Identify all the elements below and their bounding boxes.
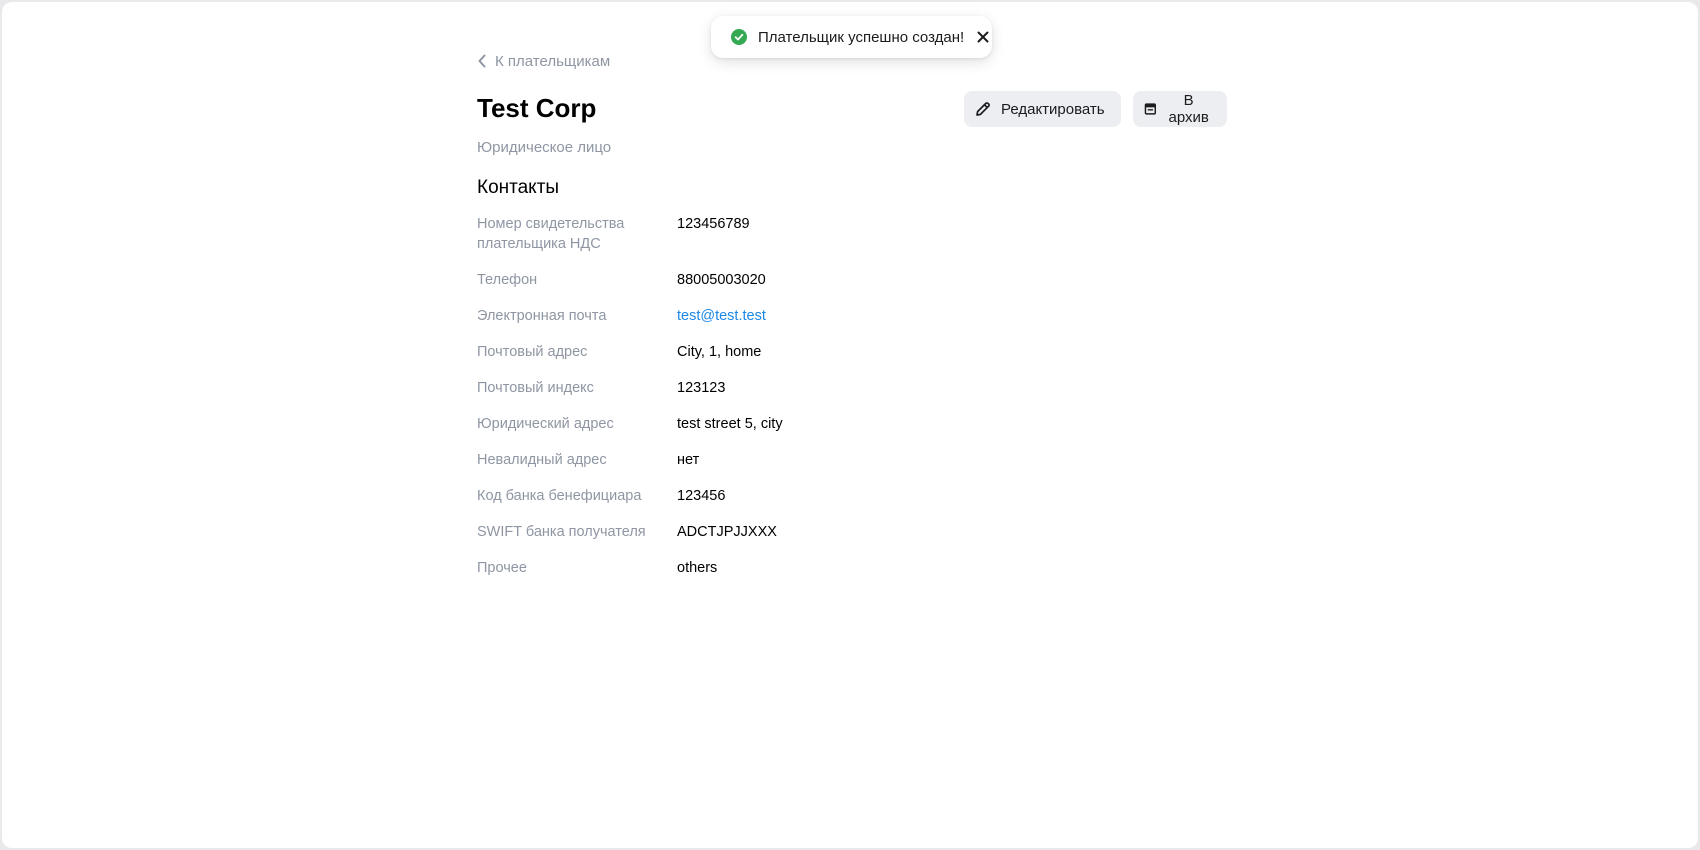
email-link[interactable]: test@test.test: [677, 306, 766, 326]
field-label: SWIFT банка получателя: [477, 524, 646, 540]
payer-type: Юридическое лицо: [477, 139, 612, 156]
field-value: City, 1, home: [677, 344, 762, 360]
page-title: Test Corp: [477, 93, 597, 123]
field-label: Юридический адрес: [477, 416, 614, 432]
field-legal-address: Юридический адрес test street 5, city: [477, 414, 977, 434]
field-value: test street 5, city: [677, 416, 783, 432]
field-swift: SWIFT банка получателя ADCTJPJJXXX: [477, 522, 977, 542]
field-label: Почтовый адрес: [477, 344, 588, 360]
action-buttons: Редактировать В архив: [964, 91, 1227, 127]
edit-button-label: Редактировать: [1001, 100, 1105, 118]
field-label: Невалидный адрес: [477, 452, 607, 468]
field-beneficiary-bank-code: Код банка бенефициара 123456: [477, 486, 977, 506]
field-postal-address: Почтовый адрес City, 1, home: [477, 342, 977, 362]
field-label: Почтовый индекс: [477, 380, 594, 396]
pencil-icon: [976, 102, 990, 116]
back-link-label: К плательщикам: [495, 52, 611, 70]
field-label: Электронная почта: [477, 308, 607, 324]
field-invalid-address: Невалидный адрес нет: [477, 450, 977, 470]
field-value: 123123: [677, 380, 726, 396]
field-value: 88005003020: [677, 272, 766, 288]
field-value: 123456789: [677, 216, 750, 232]
field-postal-code: Почтовый индекс 123123: [477, 378, 977, 398]
success-toast: Плательщик успешно создан!: [711, 16, 992, 58]
archive-icon: [1144, 103, 1156, 115]
field-label: Телефон: [477, 272, 538, 288]
archive-button[interactable]: В архив: [1132, 91, 1227, 127]
contacts-heading: Контакты: [477, 177, 560, 198]
field-label: Прочее: [477, 560, 527, 576]
edit-button[interactable]: Редактировать: [964, 91, 1121, 127]
toast-message: Плательщик успешно создан!: [758, 28, 965, 46]
field-value: ADCTJPJJXXX: [677, 524, 777, 540]
field-value: 123456: [677, 488, 726, 504]
field-vat-number: Номер свидетельства плательщика НДС 1234…: [477, 214, 977, 254]
contacts-list: Номер свидетельства плательщика НДС 1234…: [477, 214, 977, 594]
field-phone: Телефон 88005003020: [477, 270, 977, 290]
field-label: Код банка бенефициара: [477, 488, 642, 504]
check-circle-icon: [731, 29, 747, 45]
field-other: Прочее others: [477, 558, 977, 578]
close-icon[interactable]: [976, 30, 990, 44]
field-value: others: [677, 560, 718, 576]
field-label: Номер свидетельства плательщика НДС: [477, 216, 625, 252]
page: Плательщик успешно создан! К плательщика…: [2, 2, 1698, 848]
chevron-left-icon: [478, 54, 486, 68]
field-value: нет: [677, 452, 700, 468]
archive-button-label: В архив: [1168, 92, 1209, 126]
field-email: Электронная почта test@test.test: [477, 306, 977, 326]
back-to-payers-link[interactable]: К плательщикам: [477, 50, 610, 72]
